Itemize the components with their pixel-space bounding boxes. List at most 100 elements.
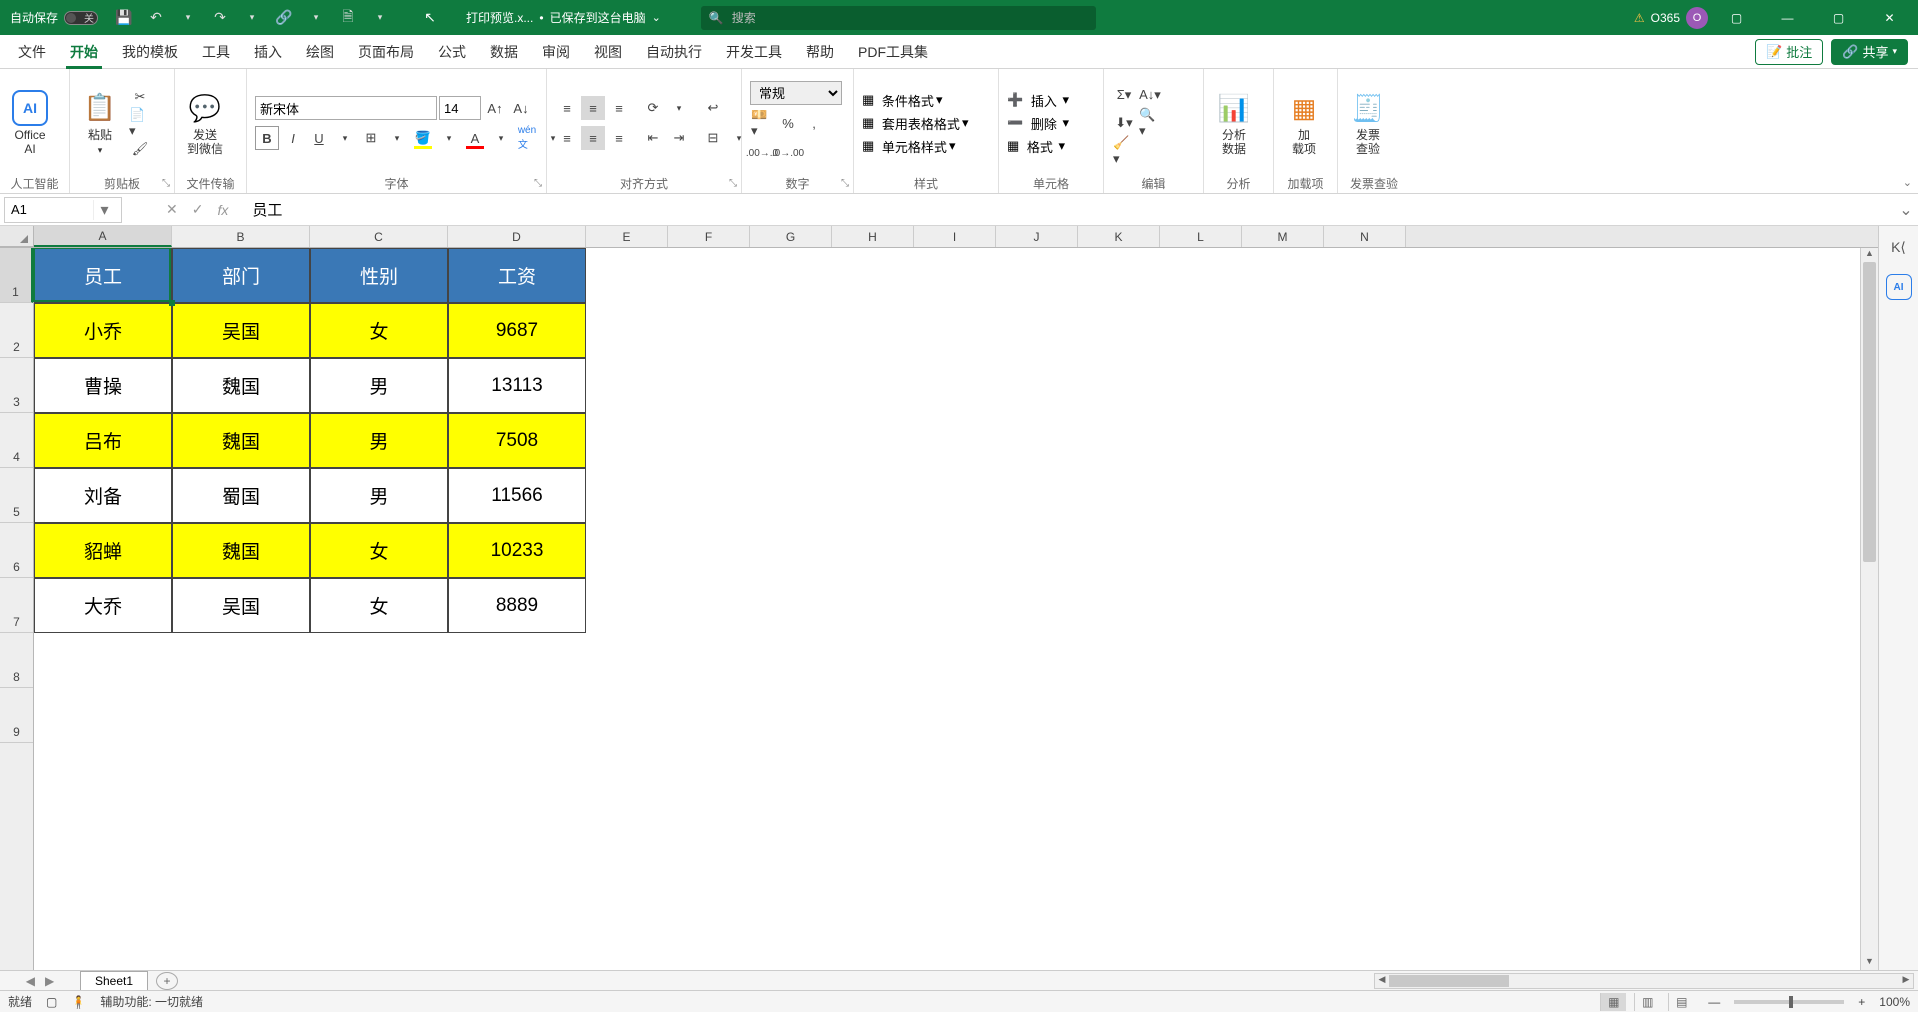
qat-customize-icon[interactable]: ▾ — [366, 4, 394, 32]
sheet-nav[interactable]: ◀▶ — [0, 974, 80, 988]
increase-indent-icon[interactable]: ⇥ — [667, 126, 691, 150]
menu-tab-审阅[interactable]: 审阅 — [530, 35, 582, 69]
page-break-view-icon[interactable]: ▤ — [1668, 993, 1694, 1011]
cell-B4[interactable]: 魏国 — [172, 413, 310, 468]
cell-D4[interactable]: 7508 — [448, 413, 586, 468]
cell-B3[interactable]: 魏国 — [172, 358, 310, 413]
autosum-icon[interactable]: Σ▾ — [1112, 83, 1136, 107]
menu-tab-开发工具[interactable]: 开发工具 — [714, 35, 794, 69]
add-sheet-button[interactable]: + — [156, 972, 178, 990]
cell-B5[interactable]: 蜀国 — [172, 468, 310, 523]
cell-B7[interactable]: 吴国 — [172, 578, 310, 633]
format-painter-icon[interactable]: 🖌 — [128, 137, 152, 161]
row-header-4[interactable]: 4 — [0, 413, 33, 468]
number-launcher-icon[interactable]: ⤡ — [841, 178, 849, 189]
zoom-in-icon[interactable]: + — [1852, 995, 1871, 1009]
close-button[interactable]: ✕ — [1867, 0, 1912, 35]
cell-D5[interactable]: 11566 — [448, 468, 586, 523]
link-dropdown-icon[interactable]: ▾ — [302, 4, 330, 32]
align-right-icon[interactable]: ≡ — [607, 126, 631, 150]
border-icon[interactable]: ⊞ — [359, 126, 383, 150]
menu-tab-页面布局[interactable]: 页面布局 — [346, 35, 426, 69]
merge-icon[interactable]: ⊟ — [701, 126, 725, 150]
font-launcher-icon[interactable]: ⤡ — [534, 178, 542, 189]
format-cells-button[interactable]: ▦ 格式 ▾ — [1007, 137, 1069, 156]
row-header-8[interactable]: 8 — [0, 633, 33, 688]
cell-B2[interactable]: 吴国 — [172, 303, 310, 358]
link-icon[interactable]: 🔗 — [270, 4, 298, 32]
cell-header-B1[interactable]: 部门 — [172, 248, 310, 303]
scroll-down-icon[interactable]: ▼ — [1861, 956, 1878, 970]
col-header-I[interactable]: I — [914, 226, 996, 247]
decrease-indent-icon[interactable]: ⇤ — [641, 126, 665, 150]
col-header-D[interactable]: D — [448, 226, 586, 247]
cut-icon[interactable]: ✂ — [128, 85, 152, 109]
number-format-combo[interactable]: 常规 — [750, 81, 842, 105]
send-wechat-button[interactable]: 💬发送 到微信 — [183, 88, 227, 158]
increase-font-icon[interactable]: A↑ — [483, 96, 507, 120]
orientation-dropdown-icon[interactable]: ▾ — [667, 96, 691, 120]
cell-C7[interactable]: 女 — [310, 578, 448, 633]
font-size-combo[interactable] — [439, 96, 481, 120]
scroll-left-icon[interactable]: ◀ — [1375, 974, 1389, 988]
scroll-right-icon[interactable]: ▶ — [1899, 974, 1913, 988]
insert-function-icon[interactable]: fx — [217, 202, 228, 218]
addins-button[interactable]: ▦加 载项 — [1282, 88, 1326, 158]
macro-recorder-icon[interactable]: ▢ — [46, 995, 57, 1009]
sheet-tab-sheet1[interactable]: Sheet1 — [80, 971, 148, 990]
hscroll-thumb[interactable] — [1389, 975, 1509, 987]
cell-D6[interactable]: 10233 — [448, 523, 586, 578]
name-box-dropdown-icon[interactable]: ▾ — [93, 200, 115, 220]
underline-button[interactable]: U — [307, 126, 331, 150]
menu-tab-绘图[interactable]: 绘图 — [294, 35, 346, 69]
undo-dropdown-icon[interactable]: ▾ — [174, 4, 202, 32]
col-header-E[interactable]: E — [586, 226, 668, 247]
row-header-9[interactable]: 9 — [0, 688, 33, 743]
col-header-M[interactable]: M — [1242, 226, 1324, 247]
col-header-A[interactable]: A — [34, 226, 172, 247]
insert-cells-button[interactable]: ➕ 插入 ▾ — [1007, 91, 1069, 110]
cell-A2[interactable]: 小乔 — [34, 303, 172, 358]
menu-tab-我的模板[interactable]: 我的模板 — [110, 35, 190, 69]
fill-icon[interactable]: ⬇▾ — [1112, 111, 1136, 135]
scroll-up-icon[interactable]: ▲ — [1861, 248, 1878, 262]
vscroll-thumb[interactable] — [1863, 262, 1876, 562]
align-middle-icon[interactable]: ≡ — [581, 96, 605, 120]
font-color-icon[interactable]: A — [463, 126, 487, 150]
zoom-level[interactable]: 100% — [1879, 995, 1910, 1009]
align-left-icon[interactable]: ≡ — [555, 126, 579, 150]
clipboard-launcher-icon[interactable]: ⤡ — [162, 178, 170, 189]
row-header-6[interactable]: 6 — [0, 523, 33, 578]
cell-styles-button[interactable]: ▦ 单元格样式▾ — [862, 137, 968, 156]
fill-color-icon[interactable]: 🪣 — [411, 126, 435, 150]
title-chevron-icon[interactable]: ⌄ — [652, 11, 661, 24]
wrap-text-icon[interactable]: ↩ — [701, 96, 725, 120]
search-box[interactable]: 🔍 搜索 — [701, 6, 1096, 30]
menu-tab-视图[interactable]: 视图 — [582, 35, 634, 69]
row-header-7[interactable]: 7 — [0, 578, 33, 633]
office-ai-button[interactable]: AIOffice AI — [8, 88, 52, 158]
name-box[interactable]: ▾ — [4, 197, 122, 223]
page-layout-view-icon[interactable]: ▥ — [1634, 993, 1660, 1011]
selection-handle[interactable] — [169, 300, 175, 306]
ribbon-mode-icon[interactable]: ▢ — [1714, 0, 1759, 35]
row-header-5[interactable]: 5 — [0, 468, 33, 523]
percent-icon[interactable]: % — [776, 111, 800, 135]
confirm-formula-icon[interactable]: ✓ — [192, 201, 204, 218]
align-launcher-icon[interactable]: ⤡ — [729, 178, 737, 189]
cell-A3[interactable]: 曹操 — [34, 358, 172, 413]
col-header-N[interactable]: N — [1324, 226, 1406, 247]
delete-cells-button[interactable]: ➖ 删除 ▾ — [1007, 114, 1069, 133]
name-box-input[interactable] — [5, 202, 93, 217]
print-icon[interactable]: 🗎 — [334, 4, 362, 32]
cell-C5[interactable]: 男 — [310, 468, 448, 523]
menu-tab-开始[interactable]: 开始 — [58, 35, 110, 69]
analyze-data-button[interactable]: 📊分析 数据 — [1212, 88, 1256, 158]
autosave-toggle[interactable]: 自动保存 关 — [0, 9, 108, 26]
maximize-button[interactable]: ▢ — [1816, 0, 1861, 35]
cell-A7[interactable]: 大乔 — [34, 578, 172, 633]
collapse-ribbon-icon[interactable]: ⌄ — [1903, 176, 1912, 189]
annotate-button[interactable]: 📝 批注 — [1755, 39, 1823, 65]
menu-tab-文件[interactable]: 文件 — [6, 35, 58, 69]
align-top-icon[interactable]: ≡ — [555, 96, 579, 120]
